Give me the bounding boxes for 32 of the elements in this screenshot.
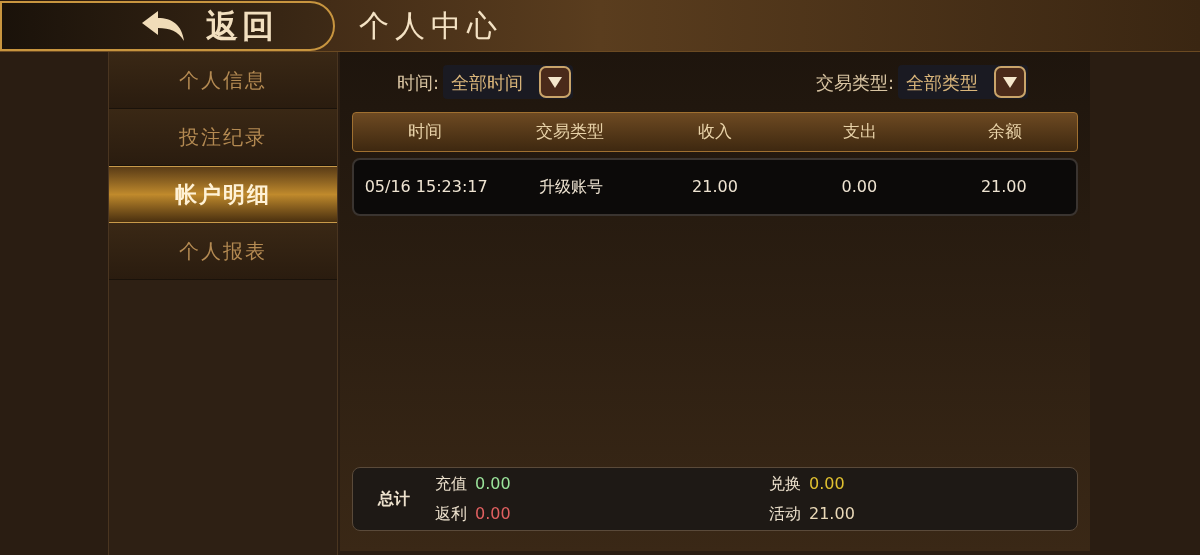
back-button[interactable]: 返回 [0,0,335,51]
table-cell-text: 21.00 [980,176,1027,198]
column-header: 交易类型 [536,120,605,144]
column-header: 余额 [987,120,1022,144]
summary-label: 总计 [376,488,411,510]
summary-value: 0.00 [809,473,845,495]
summary-item-label: 充值 [435,473,467,495]
column-header: 支出 [842,120,877,144]
column-header: 收入 [698,120,732,144]
filter-dropdown[interactable]: 全部时间 [443,65,574,99]
filter-dropdown[interactable]: 全部类型 [898,65,1028,99]
sidebar-tab[interactable]: 个人报表 [109,223,337,280]
summary-item-label: 活动 [769,503,801,525]
summary-value: 0.00 [475,503,511,525]
dropdown-caret-icon [994,66,1026,98]
page-title: 个人中心 [359,7,503,45]
table-cell-text: 05/16 15:23:17 [364,176,488,198]
column-header: 时间 [408,120,443,144]
summary-item-label: 兑换 [769,473,801,495]
summary-value: 21.00 [809,503,855,525]
table-cell-text: 升级账号 [538,176,603,198]
sidebar-tab[interactable]: 个人信息 [109,52,337,109]
back-arrow-icon [140,8,186,43]
summary-value: 0.00 [475,473,511,495]
filter-label: 时间: [397,70,440,95]
filter-label: 交易类型: [815,70,894,95]
table-cell-text: 21.00 [692,176,738,198]
dropdown-caret-icon [539,66,572,98]
summary-item-label: 返利 [435,503,467,525]
sidebar-tab[interactable]: 帐户明细 [109,166,337,223]
sidebar-tab[interactable]: 投注纪录 [109,109,337,166]
table-cell-text: 0.00 [841,176,878,198]
